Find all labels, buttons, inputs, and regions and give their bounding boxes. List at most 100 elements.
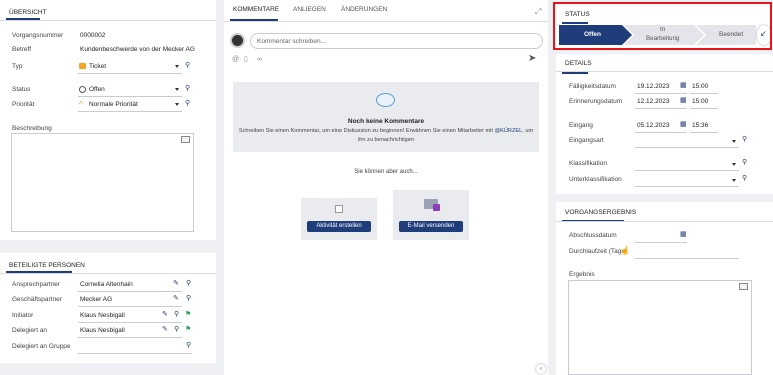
scroll-collapse-icon[interactable]: ‹ <box>536 364 546 374</box>
person-value-geschaeftspartner[interactable]: Mecker AG <box>80 296 112 303</box>
eingangsart-search-icon[interactable]: ⚲ <box>742 136 747 143</box>
person-value-initiator[interactable]: Klaus Nesbigall <box>80 312 125 319</box>
eingangsart-dropdown-icon[interactable] <box>732 140 736 143</box>
empty-text: Schreiben Sie einen Kommentar, um eine D… <box>238 128 534 134</box>
erinnerungsdatum-date[interactable]: 12.12.2023 <box>637 98 670 105</box>
field-label-betreff: Betreff <box>12 46 32 53</box>
priority-chevron-icon: ^ <box>79 100 83 109</box>
search-icon[interactable]: ⚲ <box>186 295 191 302</box>
group-icon[interactable]: ⚑ <box>185 326 191 333</box>
typ-select-value[interactable]: Ticket <box>89 63 106 70</box>
tab-anliegen[interactable]: Anliegen <box>293 6 326 13</box>
ticket-icon <box>79 63 86 69</box>
also-text: Sie können aber auch... <box>354 169 418 175</box>
persons-title: Beteiligte Personen <box>0 253 216 273</box>
calendar-icon[interactable]: ▦ <box>680 82 687 89</box>
erinnerungsdatum-time[interactable]: 15:00 <box>692 98 708 105</box>
person-label-delegiert-an: Delegiert an <box>12 327 48 334</box>
ergebnis-textarea[interactable] <box>568 280 752 375</box>
overview-title: Übersicht <box>0 0 216 20</box>
calendar-icon[interactable]: ▦ <box>680 121 687 128</box>
label-erinnerungsdatum: Erinnerungsdatum <box>569 98 623 105</box>
priority-search-icon[interactable]: ⚲ <box>185 100 190 107</box>
status-circle-icon <box>79 86 86 93</box>
description-textarea[interactable] <box>11 133 194 232</box>
group-icon[interactable]: ⚑ <box>185 311 191 318</box>
tab-kommentare[interactable]: Kommentare <box>233 6 279 13</box>
label-eingangsart: Eingangsart <box>569 137 604 144</box>
label-abschlussdatum: Abschlussdatum <box>569 232 617 239</box>
edit-icon[interactable]: ✎ <box>162 311 168 318</box>
mention-icon[interactable]: @ <box>232 56 239 63</box>
search-icon[interactable]: ⚲ <box>174 326 179 333</box>
eingang-time[interactable]: 15:36 <box>692 122 708 129</box>
field-value-betreff[interactable]: Kundenbeschwerde von der Mecker AG <box>80 46 195 53</box>
search-icon[interactable]: ⚲ <box>174 311 179 318</box>
klassifikation-dropdown-icon[interactable] <box>732 163 736 166</box>
send-email-button[interactable]: E-Mail versenden <box>399 221 463 232</box>
overview-panel: Übersicht Vorgangsnummer 0000002 Betreff… <box>0 0 216 240</box>
person-value-ansprechpartner[interactable]: Cornelia Altenhain <box>80 281 133 288</box>
label-durchlaufzeit: Durchlaufzeit (Tage) <box>569 248 628 255</box>
edit-icon[interactable]: ✎ <box>162 326 168 333</box>
mention-hint: @KÜRZEL <box>494 128 523 134</box>
faelligkeitsdatum-time[interactable]: 15:00 <box>692 83 708 90</box>
field-label-prioritaet: Priorität <box>12 101 35 108</box>
attachment-icon[interactable]: ▯ <box>244 56 248 63</box>
priority-select-value[interactable]: Normale Priorität <box>89 101 138 108</box>
comment-placeholder: Kommentar schreiben... <box>257 38 327 45</box>
comments-panel: Kommentare Anliegen Änderungen ⤢ Komment… <box>224 0 548 375</box>
label-ergebnis: Ergebnis <box>569 271 595 278</box>
unterklassifikation-search-icon[interactable]: ⚲ <box>742 175 747 182</box>
label-faelligkeitsdatum: Fälligkeitsdatum <box>569 83 616 90</box>
search-icon[interactable]: ⚲ <box>186 280 191 287</box>
tab-aenderungen[interactable]: Änderungen <box>341 6 387 13</box>
klassifikation-search-icon[interactable]: ⚲ <box>742 159 747 166</box>
empty-title: Noch keine Kommentare <box>347 118 425 125</box>
link-icon[interactable]: ∞ <box>257 56 262 63</box>
field-label-vorgangsnummer: Vorgangsnummer <box>12 32 64 39</box>
person-label-ansprechpartner: Ansprechpartner <box>12 281 61 288</box>
create-activity-button[interactable]: Aktivität erstellen <box>307 221 371 232</box>
status-search-icon[interactable]: ⚲ <box>185 85 190 92</box>
field-label-beschreibung: Beschreibung <box>12 125 52 132</box>
label-unterklassifikation: Unterklassifikation <box>569 176 622 183</box>
priority-dropdown-icon[interactable] <box>175 103 179 106</box>
field-value-vorgangsnummer: 0000002 <box>80 32 106 39</box>
result-panel: Vorgangsergebnis Abschlussdatum ▦ Durchl… <box>556 202 773 375</box>
typ-search-icon[interactable]: ⚲ <box>185 62 190 69</box>
calendar-icon[interactable]: ▦ <box>680 97 687 104</box>
mouse-cursor-icon: ☝ <box>620 246 630 255</box>
empty-text-line2: ihn zu benachrichtigen <box>358 137 414 143</box>
eingang-date[interactable]: 05.12.2023 <box>637 122 670 129</box>
activity-card[interactable]: Aktivität erstellen <box>301 198 377 240</box>
activity-image-icon <box>335 205 343 213</box>
label-eingang: Eingang <box>569 122 593 129</box>
status-select-value[interactable]: Offen <box>89 86 105 93</box>
email-arrow-icon <box>433 204 440 211</box>
avatar <box>230 33 245 48</box>
empty-comments-box: Noch keine Kommentare Schreiben Sie eine… <box>233 82 539 152</box>
speech-bubble-icon <box>376 93 395 107</box>
person-label-delegiert-an-gruppe: Delegiert an Gruppe <box>12 343 71 350</box>
status-highlight-frame <box>553 2 772 50</box>
calendar-icon[interactable]: ▦ <box>680 231 687 238</box>
faelligkeitsdatum-date[interactable]: 19.12.2023 <box>637 83 670 90</box>
email-card[interactable]: E-Mail versenden <box>393 190 469 240</box>
textarea-expand-icon[interactable] <box>181 136 190 143</box>
textarea-expand-icon[interactable] <box>739 283 748 290</box>
comment-input[interactable]: Kommentar schreiben... <box>250 33 543 49</box>
send-icon[interactable]: ➤ <box>528 54 536 64</box>
edit-icon[interactable]: ✎ <box>173 280 179 287</box>
person-value-delegiert-an[interactable]: Klaus Nesbigall <box>80 327 125 334</box>
expand-icon[interactable]: ⤢ <box>535 8 541 16</box>
field-label-typ: Typ <box>12 63 23 70</box>
details-panel: Details Fälligkeitsdatum 19.12.2023 ▦ 15… <box>556 54 773 194</box>
search-icon[interactable]: ⚲ <box>186 342 191 349</box>
unterklassifikation-dropdown-icon[interactable] <box>732 179 736 182</box>
person-label-geschaeftspartner: Geschäftspartner <box>12 296 62 303</box>
status-dropdown-icon[interactable] <box>175 88 179 91</box>
typ-dropdown-icon[interactable] <box>175 65 179 68</box>
field-label-status: Status <box>12 86 31 93</box>
edit-icon[interactable]: ✎ <box>173 295 179 302</box>
